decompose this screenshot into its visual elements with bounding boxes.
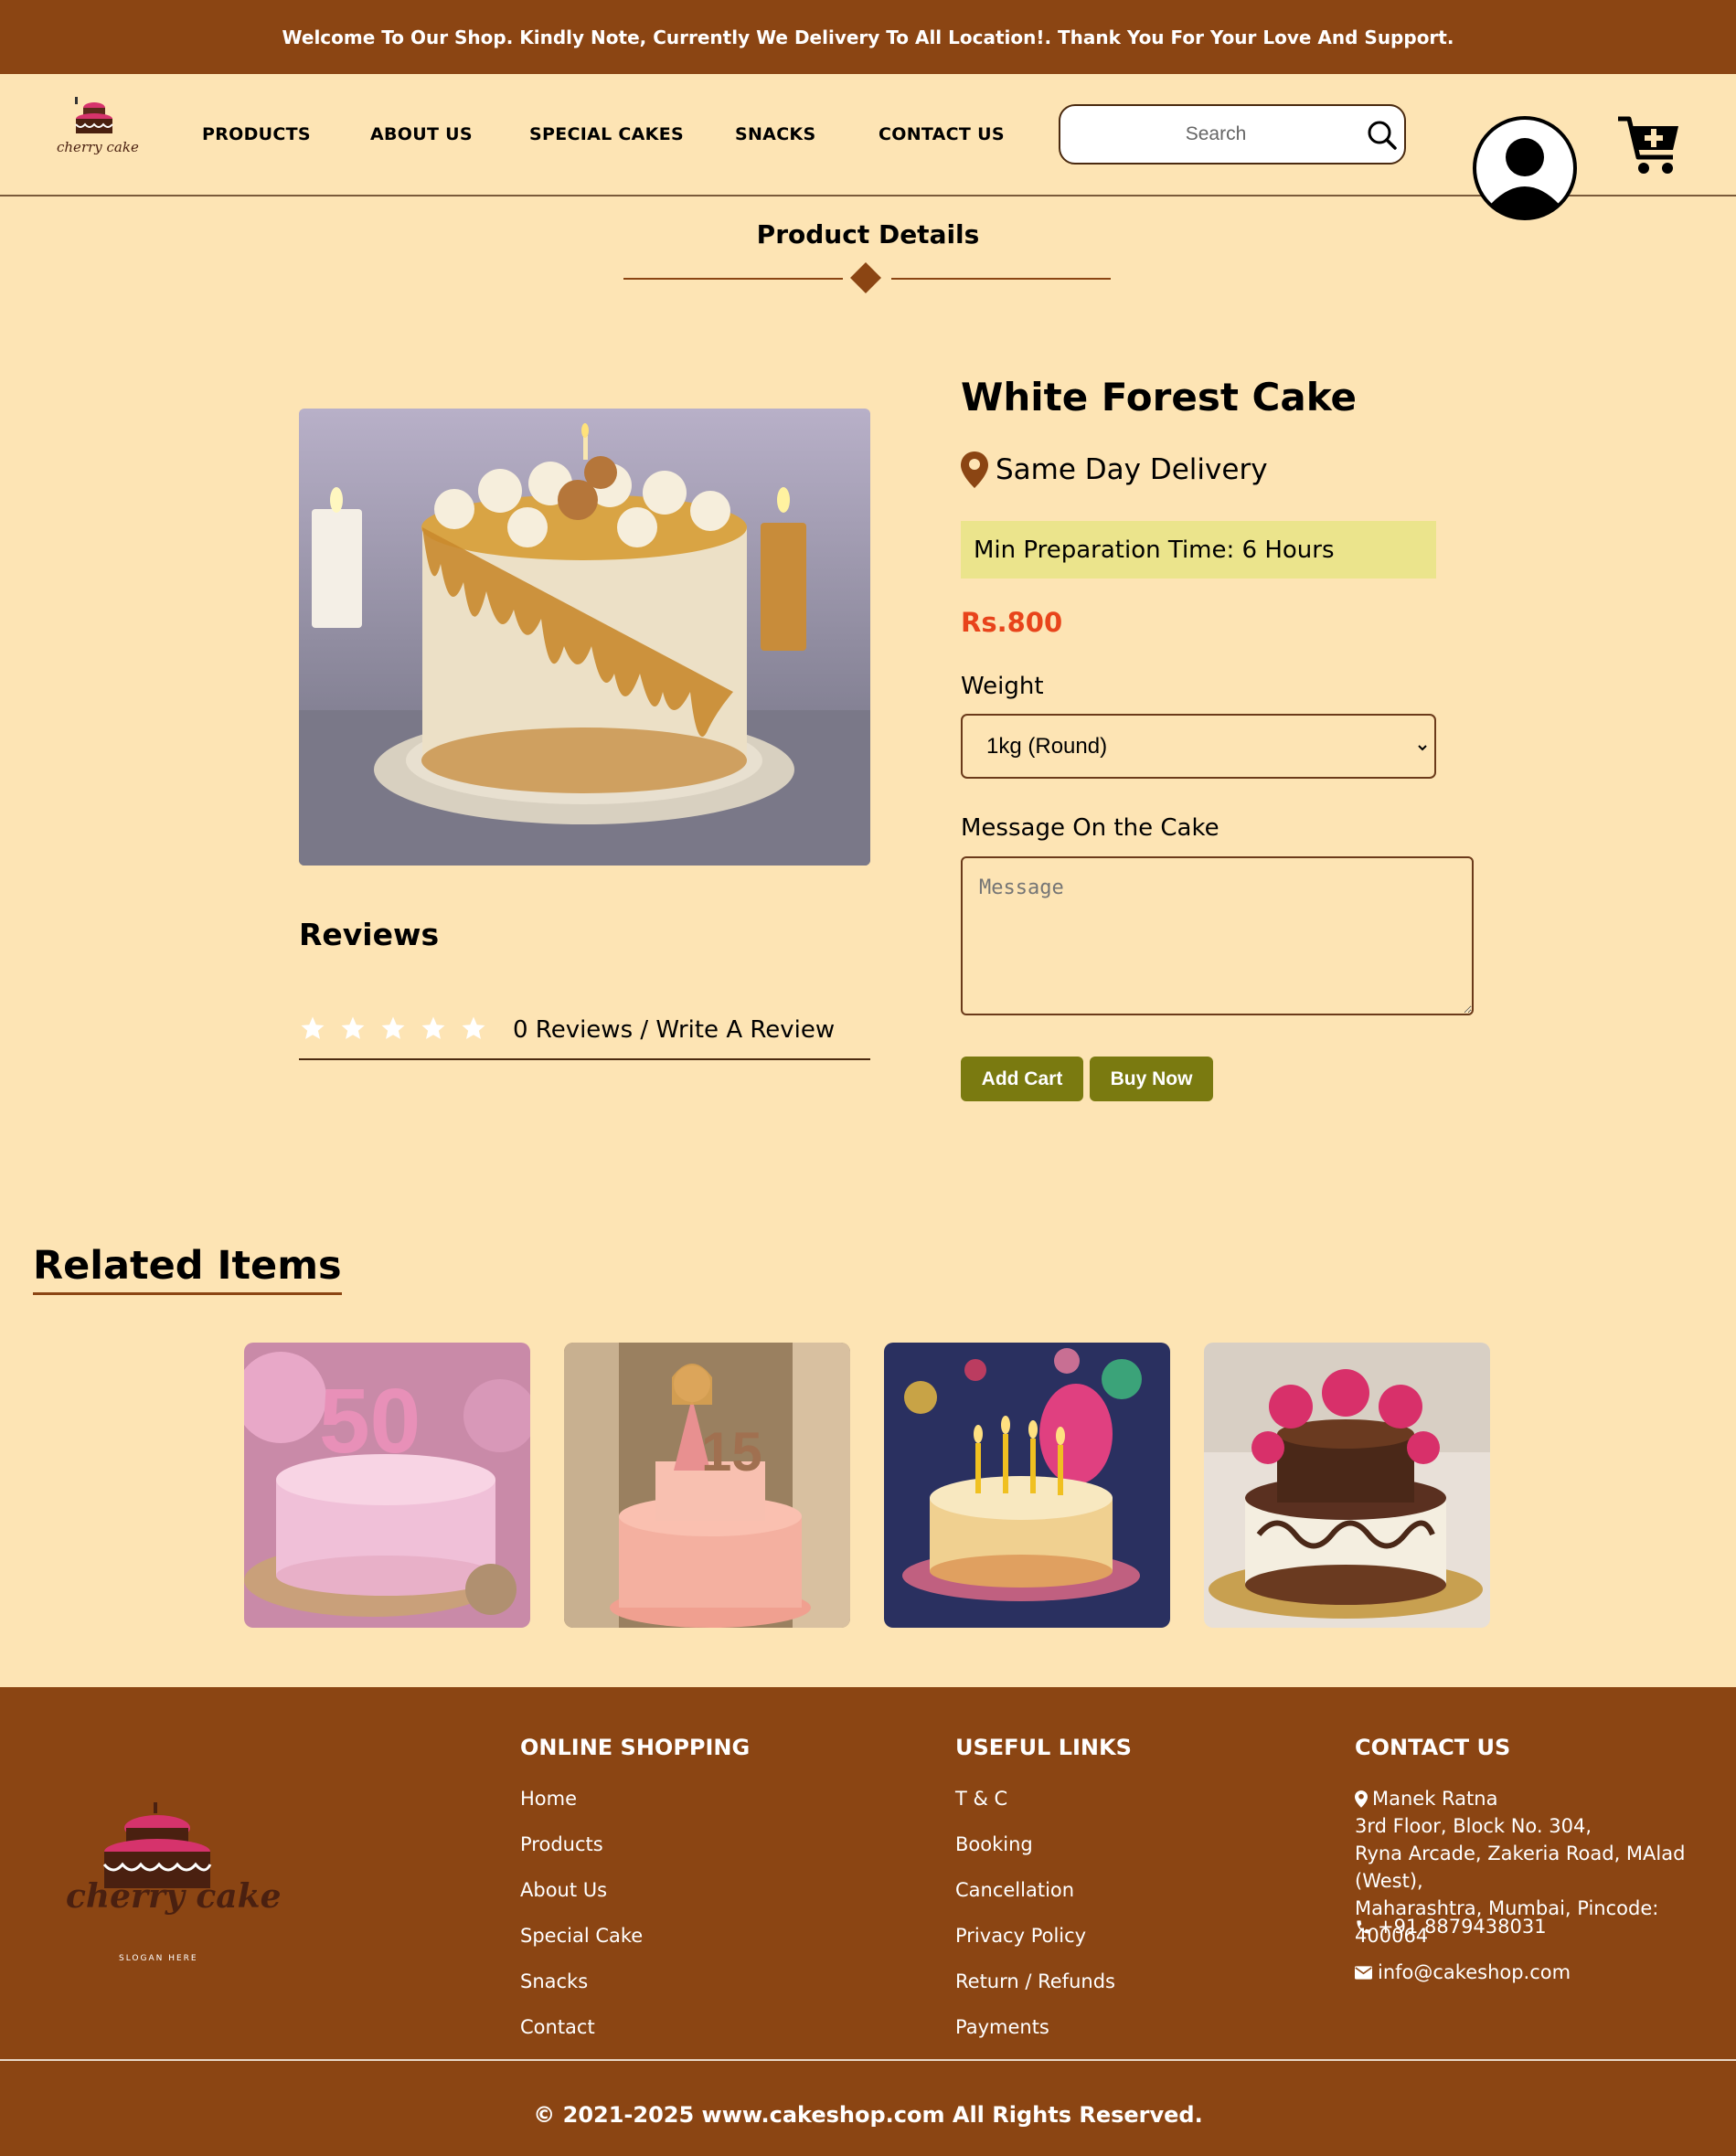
footer-link-booking[interactable]: Booking (955, 1833, 1033, 1855)
weight-select[interactable]: 1kg (Round) (961, 714, 1436, 779)
search-input[interactable] (1079, 123, 1353, 145)
product-price: Rs.800 (961, 607, 1063, 638)
footer-link-cancellation[interactable]: Cancellation (955, 1879, 1074, 1901)
announcement-banner: Welcome To Our Shop. Kindly Note, Curren… (0, 0, 1736, 74)
footer-link-about-us[interactable]: About Us (520, 1879, 607, 1901)
footer-logo-slogan: SLOGAN HERE (119, 1954, 198, 1963)
add-cart-button[interactable]: Add Cart (961, 1057, 1083, 1101)
prep-time-badge: Min Preparation Time: 6 Hours (961, 521, 1436, 579)
nav-contact-us[interactable]: CONTACT US (879, 124, 1005, 144)
reviews-summary-link[interactable]: 0 Reviews / Write A Review (513, 1016, 835, 1044)
star-icon[interactable] (420, 1014, 447, 1046)
page-title: Product Details (756, 219, 980, 250)
delivery-info: Same Day Delivery (961, 451, 1268, 488)
address-line: Ryna Arcade, Zakeria Road, MAlad (West), (1355, 1843, 1686, 1892)
search-box (1059, 104, 1406, 165)
star-icon[interactable] (299, 1014, 326, 1046)
chevron-down-icon (1416, 734, 1429, 759)
footer-online-shopping-title: ONLINE SHOPPING (520, 1735, 751, 1760)
logo-text: cherry cake (57, 139, 139, 155)
delivery-text: Same Day Delivery (996, 453, 1268, 486)
envelope-icon (1355, 1965, 1372, 1980)
address-line: Manek Ratna (1372, 1788, 1498, 1810)
footer-link-products[interactable]: Products (520, 1833, 603, 1855)
footer-phone[interactable]: +91 8879438031 (1355, 1913, 1547, 1940)
location-pin-icon (1355, 1790, 1368, 1808)
footer-link-snacks[interactable]: Snacks (520, 1970, 588, 1992)
message-textarea[interactable] (961, 856, 1474, 1015)
footer-link-special-cake[interactable]: Special Cake (520, 1925, 643, 1947)
svg-text:50: 50 (319, 1370, 421, 1472)
rating-stars[interactable] (299, 1014, 487, 1046)
reviews-divider (299, 1058, 870, 1060)
star-icon[interactable] (460, 1014, 487, 1046)
user-avatar-icon[interactable] (1472, 115, 1578, 221)
phone-number: +91 8879438031 (1378, 1916, 1547, 1938)
nav-products[interactable]: PRODUCTS (202, 124, 311, 144)
nav-special-cakes[interactable]: SPECIAL CAKES (529, 124, 684, 144)
nav-snacks[interactable]: SNACKS (735, 124, 815, 144)
title-divider-right (891, 278, 1111, 280)
prep-time-text: Min Preparation Time: 6 Hours (974, 536, 1335, 564)
related-item-card[interactable]: 50 (244, 1343, 530, 1628)
title-diamond-icon (850, 262, 881, 293)
footer-link-privacy-policy[interactable]: Privacy Policy (955, 1925, 1086, 1947)
star-icon[interactable] (379, 1014, 407, 1046)
footer-email[interactable]: info@cakeshop.com (1355, 1959, 1571, 1986)
site-logo[interactable]: cherry cake (55, 91, 139, 165)
footer-logo-text: cherry cake (66, 1877, 282, 1916)
address-line: 3rd Floor, Block No. 304, (1355, 1815, 1592, 1837)
product-image (299, 409, 870, 866)
search-icon[interactable] (1366, 119, 1399, 152)
location-pin-icon (961, 451, 988, 488)
footer-contact-title: CONTACT US (1355, 1735, 1511, 1760)
reviews-title: Reviews (299, 917, 440, 952)
footer-link-home[interactable]: Home (520, 1788, 577, 1810)
footer-link-tc[interactable]: T & C (955, 1788, 1007, 1810)
copyright: © 2021-2025 www.cakeshop.com All Rights … (533, 2102, 1203, 2128)
weight-label: Weight (961, 673, 1044, 700)
footer-link-contact[interactable]: Contact (520, 2016, 595, 2038)
email-address: info@cakeshop.com (1378, 1961, 1571, 1983)
buy-now-button[interactable]: Buy Now (1090, 1057, 1213, 1101)
message-label: Message On the Cake (961, 814, 1219, 842)
related-item-card[interactable]: 15 (564, 1343, 850, 1628)
svg-text:15: 15 (701, 1421, 762, 1482)
footer-useful-links-title: USEFUL LINKS (955, 1735, 1132, 1760)
footer-link-return-refunds[interactable]: Return / Refunds (955, 1970, 1115, 1992)
phone-icon (1355, 1918, 1372, 1936)
footer-logo[interactable]: cherry cake SLOGAN HERE (62, 1800, 281, 1965)
title-divider-left (623, 278, 843, 280)
product-name: White Forest Cake (961, 375, 1358, 420)
related-item-card[interactable] (884, 1343, 1170, 1628)
cart-add-icon[interactable] (1616, 113, 1682, 177)
weight-selected-value: 1kg (Round) (986, 733, 1108, 759)
footer-divider (0, 2059, 1736, 2061)
related-items-title: Related Items (33, 1243, 342, 1295)
footer-link-payments[interactable]: Payments (955, 2016, 1049, 2038)
announcement-text: Welcome To Our Shop. Kindly Note, Curren… (282, 26, 1454, 48)
related-item-card[interactable] (1204, 1343, 1490, 1628)
star-icon[interactable] (339, 1014, 367, 1046)
nav-about-us[interactable]: ABOUT US (370, 124, 473, 144)
